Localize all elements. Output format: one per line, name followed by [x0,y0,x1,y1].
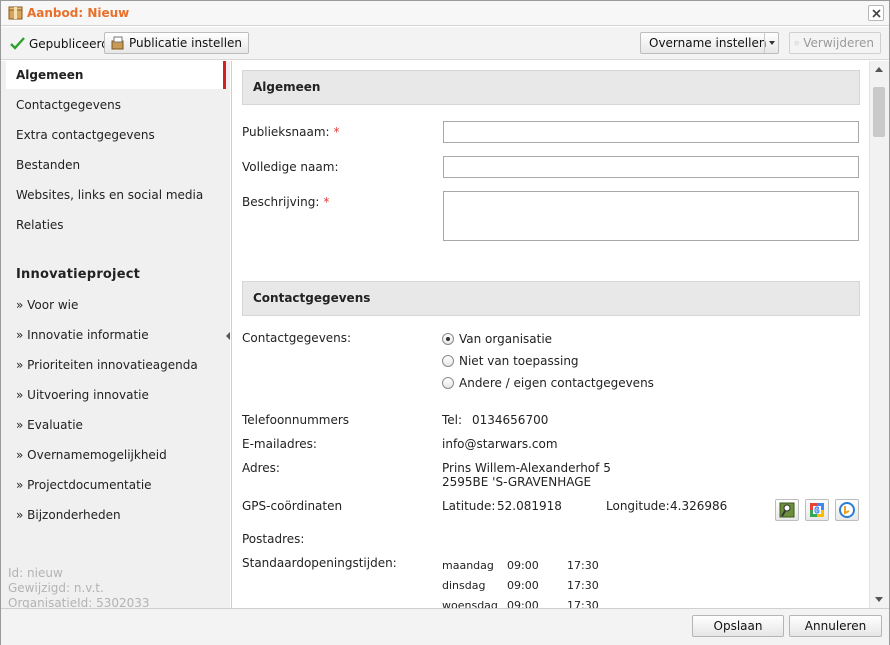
sidebar-item-overnamemogelijkheid[interactable]: » Overnamemogelijkheid [6,441,226,469]
dialog-window: Aanbod: Nieuw Gepubliceerd Publicatie in… [0,0,890,645]
longitude-value: 4.326986 [670,499,728,513]
sidebar-item-websites[interactable]: Websites, links en social media [6,181,226,209]
longitude-label: Longitude: [606,499,670,513]
contact-label: Contactgegevens: [242,331,352,345]
sidebar-item-contactgegevens[interactable]: Contactgegevens [6,91,226,119]
sidebar: Algemeen Contactgegevens Extra contactge… [1,61,230,610]
takeover-settings-button[interactable]: Overname instellen [640,32,779,54]
scroll-up-icon[interactable] [875,67,883,72]
phone-value: 0134656700 [472,413,549,427]
latitude-label: Latitude: [442,499,496,513]
hours-open: 09:00 [507,599,539,608]
sidebar-item-relaties[interactable]: Relaties [6,211,226,239]
radio-niet-van-toepassing[interactable]: Niet van toepassing [442,354,579,368]
phone-prefix: Tel: [442,413,463,427]
radio-button[interactable] [442,333,454,345]
published-label: Gepubliceerd [29,36,109,51]
window-title: Aanbod: Nieuw [27,6,130,20]
hours-close: 17:30 [567,599,599,608]
bing-maps-button[interactable] [835,499,859,521]
hours-day: dinsdag [442,579,486,592]
address-label: Adres: [242,461,280,475]
email-label: E-mailadres: [242,437,317,451]
full-name-label: Volledige naam: [242,160,339,174]
published-status: Gepubliceerd [10,35,109,52]
hours-label: Standaardopeningstijden: [242,556,397,570]
address-line1: Prins Willem-Alexanderhof 5 [442,461,611,475]
section-header-general: Algemeen [242,70,860,105]
sidebar-item-algemeen[interactable]: Algemeen [6,61,226,89]
bing-icon [839,502,855,518]
title-bar: Aanbod: Nieuw [1,1,889,26]
close-button[interactable] [868,5,884,21]
radio-eigen-contactgegevens[interactable]: Andere / eigen contactgegevens [442,376,654,390]
delete-icon [794,41,799,46]
cancel-button[interactable]: Annuleren [789,615,882,637]
chevron-down-icon[interactable] [764,33,778,53]
sidebar-item-projectdocumentatie[interactable]: » Projectdocumentatie [6,471,226,499]
hours-day: maandag [442,559,494,572]
google-icon [810,503,824,517]
publication-icon [111,36,124,50]
collapse-sidebar-icon[interactable] [224,328,231,344]
package-icon [8,6,23,20]
gps-label: GPS-coördinaten [242,499,343,513]
description-label: Beschrijving: * [242,195,330,209]
delete-label: Verwijderen [803,36,874,50]
checkmark-icon [10,37,25,50]
publication-settings-label: Publicatie instellen [129,36,243,50]
sidebar-item-evaluatie[interactable]: » Evaluatie [6,411,226,439]
innovation-heading: Innovatieproject [16,267,141,282]
radio-van-organisatie[interactable]: Van organisatie [442,332,552,346]
footer: Opslaan Annuleren [1,608,889,645]
sidebar-item-voor-wie[interactable]: » Voor wie [6,291,226,319]
sidebar-item-uitvoering[interactable]: » Uitvoering innovatie [6,381,226,409]
publication-settings-button[interactable]: Publicatie instellen [104,32,250,54]
hours-close: 17:30 [567,579,599,592]
public-name-input[interactable] [443,121,859,143]
required-marker: * [333,125,340,139]
toolbar: Gepubliceerd Publicatie instellen Overna… [1,27,889,60]
description-textarea[interactable] [443,191,859,241]
sidebar-item-bestanden[interactable]: Bestanden [6,151,226,179]
latitude-value: 52.081918 [497,499,562,513]
radio-button[interactable] [442,377,454,389]
scroll-down-icon[interactable] [875,597,883,602]
scroll-thumb[interactable] [873,87,885,137]
section-header-contact: Contactgegevens [242,281,860,316]
map-pin-icon [779,502,795,518]
sidebar-item-prioriteiten[interactable]: » Prioriteiten innovatieagenda [6,351,226,379]
hours-close: 17:30 [567,559,599,572]
close-icon [872,9,881,18]
sidebar-item-innovatie-informatie[interactable]: » Innovatie informatie [6,321,226,349]
meta-id: Id: nieuw [8,566,63,580]
sidebar-item-extra-contactgegevens[interactable]: Extra contactgegevens [6,121,226,149]
hours-day: woensdag [442,599,498,608]
vertical-scrollbar[interactable] [869,61,889,608]
hours-open: 09:00 [507,579,539,592]
postal-label: Postadres: [242,532,305,546]
phone-label: Telefoonnummers [242,413,350,427]
public-name-label: Publieksnaam: * [242,125,340,139]
meta-modified: Gewijzigd: n.v.t. [8,581,104,595]
save-button[interactable]: Opslaan [692,615,784,637]
google-maps-button[interactable] [805,499,829,521]
takeover-settings-label: Overname instellen [649,36,767,50]
map-pin-button[interactable] [775,499,799,521]
required-marker: * [323,195,330,209]
delete-button[interactable]: Verwijderen [789,32,881,54]
address-line2: 2595BE 'S-GRAVENHAGE [442,475,592,489]
hours-open: 09:00 [507,559,539,572]
main-content: Algemeen Publieksnaam: * Volledige naam: … [231,61,869,608]
email-value: info@starwars.com [442,437,558,451]
radio-button[interactable] [442,355,454,367]
sidebar-item-bijzonderheden[interactable]: » Bijzonderheden [6,501,226,529]
full-name-input[interactable] [443,156,859,178]
